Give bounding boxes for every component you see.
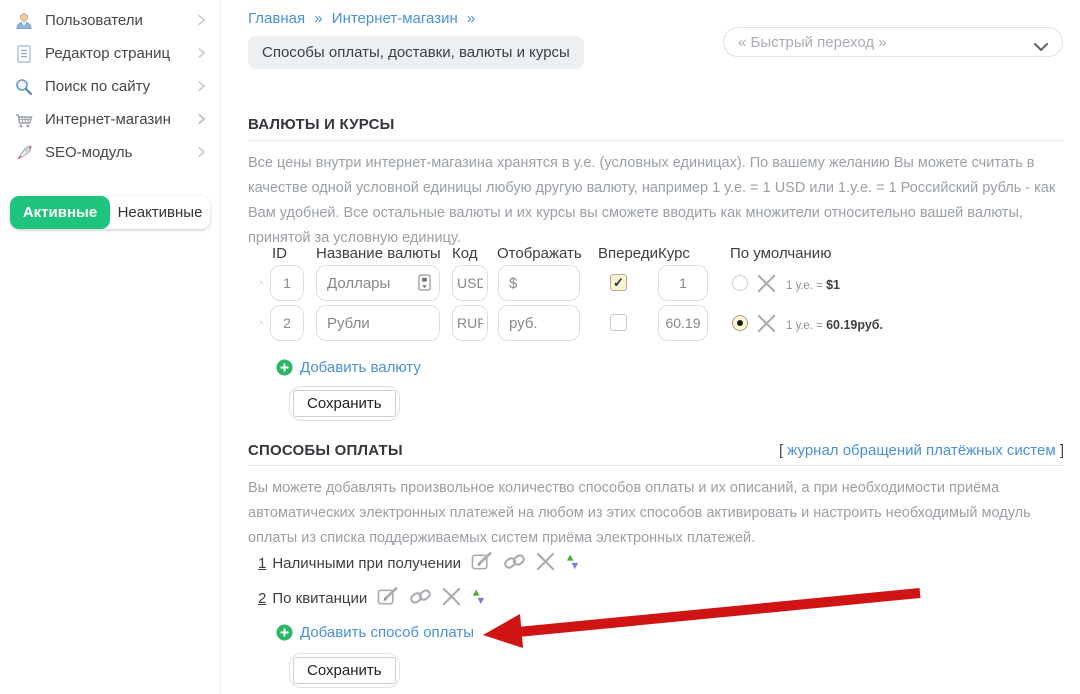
sidebar-item-users[interactable]: Пользователи xyxy=(0,4,220,37)
col-name: Название валюты xyxy=(316,245,441,262)
add-payment-method-label[interactable]: Добавить способ оплаты xyxy=(300,624,474,641)
breadcrumb-separator: » xyxy=(467,10,475,27)
link-icon[interactable] xyxy=(503,551,526,576)
sidebar-item-label: SEO-модуль xyxy=(45,144,133,161)
equiv-label: 1 у.е. = 60.19руб. xyxy=(786,316,883,334)
add-currency-label[interactable]: Добавить валюту xyxy=(300,359,421,376)
sort-icon[interactable] xyxy=(471,588,486,609)
equiv-label: 1 у.е. = $1 xyxy=(786,276,840,294)
save-payments-button[interactable]: Сохранить xyxy=(293,657,396,684)
sidebar-item-seo-module[interactable]: SEO-модуль xyxy=(0,136,220,169)
sidebar-item-label: Поиск по сайту xyxy=(45,78,150,95)
payment-method-label: Наличными при получении xyxy=(272,555,461,572)
quick-jump-placeholder: « Быстрый переход » xyxy=(738,34,887,51)
currency-code-input[interactable] xyxy=(452,265,488,301)
sort-icon[interactable] xyxy=(565,553,580,574)
add-payment-method-link[interactable]: Добавить способ оплаты xyxy=(276,624,474,641)
currency-name-input[interactable] xyxy=(316,305,440,341)
delete-icon[interactable] xyxy=(756,273,777,299)
front-checkbox[interactable]: ✓ xyxy=(610,274,627,291)
currency-rate-input[interactable] xyxy=(658,305,708,341)
sidebar-item-page-editor[interactable]: Редактор страниц xyxy=(0,37,220,70)
edit-icon[interactable] xyxy=(377,586,400,611)
payment-method-item: 1 Наличными при получении xyxy=(258,551,580,576)
delete-icon[interactable] xyxy=(441,586,462,611)
sidebar-item-site-search[interactable]: Поиск по сайту xyxy=(0,70,220,103)
admin-page: Пользователи Редактор страниц Поиск по с… xyxy=(0,0,1080,694)
col-id: ID xyxy=(272,245,287,262)
currency-id-input[interactable] xyxy=(270,265,304,301)
tab-inactive[interactable]: Неактивные xyxy=(110,196,210,229)
breadcrumb-link-store[interactable]: Интернет-магазин xyxy=(332,10,458,27)
front-checkbox[interactable]: ✓ xyxy=(610,314,627,331)
default-radio[interactable] xyxy=(732,315,748,331)
divider xyxy=(248,140,1064,141)
tab-active[interactable]: Активные xyxy=(10,196,110,229)
journal-link-line: [ журнал обращений платёжных систем ] xyxy=(779,442,1064,459)
payment-journal-link[interactable]: журнал обращений платёжных систем xyxy=(787,442,1055,459)
breadcrumb-separator: » xyxy=(314,10,322,27)
chevron-right-icon xyxy=(197,79,206,93)
edit-icon[interactable] xyxy=(471,551,494,576)
save-button-wrap: Сохранить xyxy=(289,653,400,688)
combobox-icon[interactable] xyxy=(418,274,431,296)
payments-section-title: СПОСОБЫ ОПЛАТЫ xyxy=(248,442,403,459)
add-currency-link[interactable]: Добавить валюту xyxy=(276,359,421,376)
currencies-section-title: ВАЛЮТЫ И КУРСЫ xyxy=(248,116,395,133)
payments-description: Вы можете добавлять произвольное количес… xyxy=(248,476,1066,551)
chevron-down-icon xyxy=(1034,38,1048,46)
currency-display-input[interactable] xyxy=(498,305,580,341)
col-default: По умолчанию xyxy=(730,245,831,262)
col-front: Впереди xyxy=(598,245,658,262)
search-icon xyxy=(14,77,34,97)
chevron-right-icon xyxy=(197,13,206,27)
plus-icon xyxy=(276,624,293,641)
user-icon xyxy=(14,11,34,31)
page-icon xyxy=(14,44,34,64)
col-display: Отображать xyxy=(497,245,582,262)
save-button-wrap: Сохранить xyxy=(289,386,400,421)
col-rate: Курс xyxy=(658,245,690,262)
red-arrow-annotation xyxy=(470,585,930,654)
payment-method-item: 2 По квитанции xyxy=(258,586,486,611)
sidebar: Пользователи Редактор страниц Поиск по с… xyxy=(0,0,221,694)
status-tabs: Активные Неактивные xyxy=(10,196,210,229)
divider xyxy=(248,465,1064,466)
currency-row: ✓ 1 у.е. = $1 xyxy=(248,265,1064,301)
plus-icon xyxy=(276,359,293,376)
breadcrumb-link-home[interactable]: Главная xyxy=(248,10,305,27)
delete-icon[interactable] xyxy=(535,551,556,576)
sidebar-item-label: Пользователи xyxy=(45,12,143,29)
currency-row: ✓ 1 у.е. = 60.19руб. xyxy=(248,305,1064,341)
payment-method-number[interactable]: 2 xyxy=(258,590,266,607)
currency-code-input[interactable] xyxy=(452,305,488,341)
chevron-right-icon xyxy=(197,46,206,60)
sidebar-item-label: Интернет-магазин xyxy=(45,111,171,128)
payment-method-number[interactable]: 1 xyxy=(258,555,266,572)
chevron-right-icon xyxy=(197,145,206,159)
currency-table-header: ID Название валюты Код Отображать Вперед… xyxy=(248,245,1064,263)
currencies-description: Все цены внутри интернет-магазина хранят… xyxy=(248,151,1066,251)
sidebar-item-label: Редактор страниц xyxy=(45,45,170,62)
currency-display-input[interactable] xyxy=(498,265,580,301)
default-radio[interactable] xyxy=(732,275,748,291)
sidebar-item-online-store[interactable]: Интернет-магазин xyxy=(0,103,220,136)
delete-icon[interactable] xyxy=(756,313,777,339)
page-title: Способы оплаты, доставки, валюты и курсы xyxy=(248,36,584,69)
cart-icon xyxy=(14,110,34,130)
link-icon[interactable] xyxy=(409,586,432,611)
currency-rate-input[interactable] xyxy=(658,265,708,301)
chevron-right-icon xyxy=(197,112,206,126)
save-currencies-button[interactable]: Сохранить xyxy=(293,390,396,417)
rocket-icon xyxy=(14,143,34,163)
col-code: Код xyxy=(452,245,478,262)
payment-method-label: По квитанции xyxy=(272,590,367,607)
currency-id-input[interactable] xyxy=(270,305,304,341)
breadcrumb: Главная » Интернет-магазин » xyxy=(248,10,480,27)
quick-jump-select[interactable]: « Быстрый переход » xyxy=(723,27,1063,57)
